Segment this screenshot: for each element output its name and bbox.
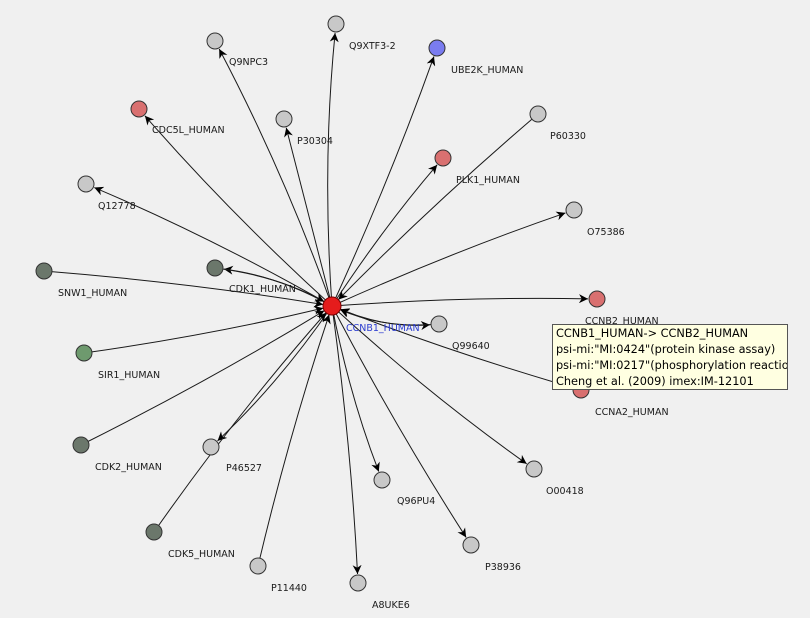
node-p11440[interactable] bbox=[249, 557, 267, 575]
node-label-q9xtf3-2: Q9XTF3-2 bbox=[349, 41, 396, 52]
edge-p11440-to-ccnb1[interactable] bbox=[257, 314, 331, 567]
center-node-label: CCNB1_HUMAN bbox=[346, 323, 420, 334]
node-cdk5_human[interactable] bbox=[145, 523, 163, 541]
edge-ccnb1-to-q9npc3[interactable] bbox=[218, 48, 333, 307]
node-label-p30304: P30304 bbox=[297, 136, 333, 147]
node-label-o75386: O75386 bbox=[587, 227, 625, 238]
edge-p60330-to-ccnb1[interactable] bbox=[337, 113, 539, 300]
edge-sir1_human-to-ccnb1[interactable] bbox=[83, 305, 324, 354]
node-p30304[interactable] bbox=[275, 110, 293, 128]
node-label-cdk2_human: CDK2_HUMAN bbox=[95, 462, 162, 473]
node-label-q9npc3: Q9NPC3 bbox=[229, 57, 268, 68]
node-q99640[interactable] bbox=[430, 315, 448, 333]
node-a8uke6[interactable] bbox=[349, 574, 367, 592]
node-label-ccna2_human: CCNA2_HUMAN bbox=[595, 407, 669, 418]
node-label-snw1_human: SNW1_HUMAN bbox=[58, 288, 127, 299]
node-snw1_human[interactable] bbox=[35, 262, 53, 280]
node-label-cdk5_human: CDK5_HUMAN bbox=[168, 549, 235, 560]
node-q9xtf3-2[interactable] bbox=[327, 15, 345, 33]
node-o00418[interactable] bbox=[525, 460, 543, 478]
node-q96pu4[interactable] bbox=[373, 471, 391, 489]
tooltip-detection-method: psi-mi:"MI:0424"(protein kinase assay) bbox=[556, 343, 776, 356]
tooltip-interaction-type: psi-mi:"MI:0217"(phosphorylation reactio… bbox=[556, 359, 788, 372]
node-p46527[interactable] bbox=[202, 438, 220, 456]
node-label-ube2k_human: UBE2K_HUMAN bbox=[451, 65, 523, 76]
node-q12778[interactable] bbox=[77, 175, 95, 193]
node-cdk2_human[interactable] bbox=[72, 436, 90, 454]
node-ccnb2_human[interactable] bbox=[588, 290, 606, 308]
node-o75386[interactable] bbox=[565, 201, 583, 219]
node-label-q96pu4: Q96PU4 bbox=[397, 496, 435, 507]
edge-ccnb1-to-q9xtf3-2[interactable] bbox=[327, 32, 339, 307]
node-label-p11440: P11440 bbox=[271, 583, 307, 594]
node-label-p60330: P60330 bbox=[550, 131, 586, 142]
tooltip-publication: Cheng et al. (2009) imex:IM-12101 bbox=[556, 375, 754, 388]
node-ccnb1-human-center[interactable] bbox=[322, 296, 342, 316]
node-label-p46527: P46527 bbox=[226, 463, 262, 474]
edge-tooltip: CCNB1_HUMAN-> CCNB2_HUMAN psi-mi:"MI:042… bbox=[552, 324, 788, 390]
node-label-sir1_human: SIR1_HUMAN bbox=[98, 370, 160, 381]
node-plk1_human[interactable] bbox=[434, 149, 452, 167]
edge-ccnb1-to-p30304[interactable] bbox=[284, 127, 333, 307]
node-q9npc3[interactable] bbox=[206, 32, 224, 50]
node-label-p38936: P38936 bbox=[485, 562, 521, 573]
node-label-cdk1_human: CDK1_HUMAN bbox=[229, 284, 296, 295]
node-label-cdc5l_human: CDC5L_HUMAN bbox=[152, 125, 225, 136]
node-label-q12778: Q12778 bbox=[98, 201, 136, 212]
node-cdc5l_human[interactable] bbox=[130, 100, 148, 118]
node-label-q99640: Q99640 bbox=[452, 341, 490, 352]
node-p38936[interactable] bbox=[462, 536, 480, 554]
tooltip-edge-title: CCNB1_HUMAN-> CCNB2_HUMAN bbox=[556, 327, 749, 340]
node-label-plk1_human: PLK1_HUMAN bbox=[456, 175, 520, 186]
edge-cdk5_human-to-ccnb1[interactable] bbox=[153, 312, 327, 533]
node-cdk1_human[interactable] bbox=[206, 259, 224, 277]
node-sir1_human[interactable] bbox=[75, 344, 93, 362]
node-p60330[interactable] bbox=[529, 105, 547, 123]
node-label-a8uke6: A8UKE6 bbox=[372, 600, 410, 611]
edge-ccnb1-to-ccnb2_human[interactable] bbox=[331, 294, 589, 307]
interaction-network-graph[interactable]: Q9NPC3 Q9XTF3-2 UBE2K_HUMAN CDC5L_HUMAN P303… bbox=[0, 0, 810, 618]
node-label-o00418: O00418 bbox=[546, 486, 584, 497]
node-ube2k_human[interactable] bbox=[428, 39, 446, 57]
